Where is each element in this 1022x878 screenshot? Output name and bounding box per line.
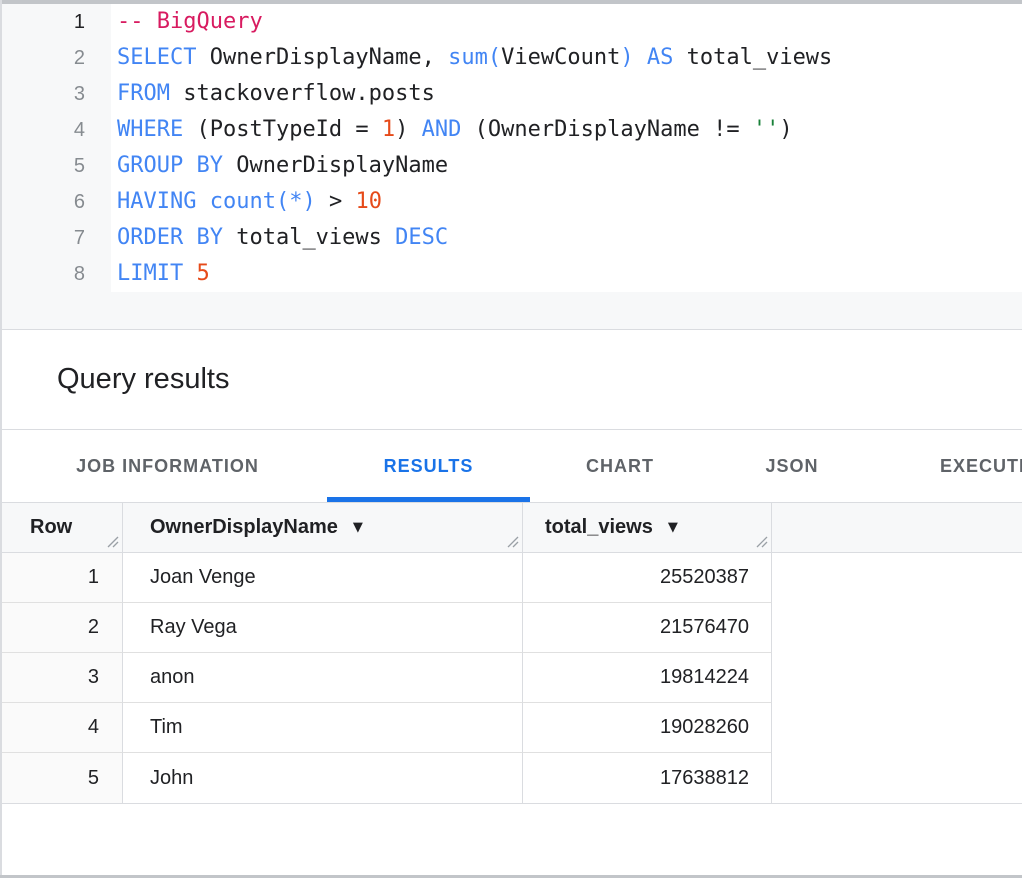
- results-tab-bar: JOB INFORMATION RESULTS CHART JSON EXECU…: [0, 430, 1022, 502]
- header-filler: [772, 503, 1022, 553]
- left-divider: [0, 0, 2, 878]
- table-header-row: Row OwnerDisplayName ▼ total_views ▼: [0, 503, 1022, 553]
- row-number-cell: 5: [0, 753, 123, 803]
- column-label: Row: [30, 516, 72, 539]
- views-cell: 19028260: [523, 703, 772, 753]
- code-text: GROUP BY OwnerDisplayName: [111, 148, 448, 184]
- code-text: LIMIT 5: [111, 256, 210, 292]
- column-label: OwnerDisplayName: [150, 516, 338, 539]
- code-line: 8 LIMIT 5: [0, 256, 1022, 292]
- tab-chart[interactable]: CHART: [545, 430, 695, 502]
- sort-dropdown-icon[interactable]: ▼: [668, 520, 678, 535]
- owner-cell: anon: [123, 653, 523, 703]
- column-header-row[interactable]: Row: [0, 503, 123, 553]
- code-text: SELECT OwnerDisplayName, sum(ViewCount) …: [111, 40, 832, 76]
- column-resize-handle-icon[interactable]: [754, 534, 768, 548]
- row-filler: [772, 603, 1022, 653]
- line-number: 1: [0, 4, 111, 40]
- line-number: 7: [0, 220, 111, 256]
- code-text: ORDER BY total_views DESC: [111, 220, 448, 256]
- row-filler: [772, 753, 1022, 803]
- owner-cell: John: [123, 753, 523, 803]
- owner-cell: Joan Venge: [123, 553, 523, 603]
- line-number: 8: [0, 256, 111, 292]
- query-results-header: Query results: [0, 330, 1022, 430]
- code-text: WHERE (PostTypeId = 1) AND (OwnerDisplay…: [111, 112, 793, 148]
- tab-job-information[interactable]: JOB INFORMATION: [30, 430, 305, 502]
- code-text: -- BigQuery: [111, 4, 263, 40]
- row-number-cell: 1: [0, 553, 123, 603]
- row-number-cell: 2: [0, 603, 123, 653]
- views-cell: 25520387: [523, 553, 772, 603]
- code-line: 5 GROUP BY OwnerDisplayName: [0, 148, 1022, 184]
- owner-cell: Tim: [123, 703, 523, 753]
- column-resize-handle-icon[interactable]: [505, 534, 519, 548]
- tab-json[interactable]: JSON: [717, 430, 867, 502]
- code-text: FROM stackoverflow.posts: [111, 76, 435, 112]
- results-table: Row OwnerDisplayName ▼ total_views ▼ 1 J…: [0, 502, 1022, 804]
- table-row: 3 anon 19814224: [0, 653, 1022, 703]
- owner-cell: Ray Vega: [123, 603, 523, 653]
- row-filler: [772, 653, 1022, 703]
- table-row: 5 John 17638812: [0, 753, 1022, 803]
- line-number: 3: [0, 76, 111, 112]
- sort-dropdown-icon[interactable]: ▼: [353, 520, 363, 535]
- page-title: Query results: [57, 363, 229, 396]
- line-number: 6: [0, 184, 111, 220]
- line-number: 4: [0, 112, 111, 148]
- code-line: 4 WHERE (PostTypeId = 1) AND (OwnerDispl…: [0, 112, 1022, 148]
- row-number-cell: 4: [0, 703, 123, 753]
- code-line: 7 ORDER BY total_views DESC: [0, 220, 1022, 256]
- row-number-cell: 3: [0, 653, 123, 703]
- editor-footer-strip: [0, 292, 1022, 330]
- code-line: 1 -- BigQuery: [0, 4, 1022, 40]
- code-line: 3 FROM stackoverflow.posts: [0, 76, 1022, 112]
- row-filler: [772, 553, 1022, 603]
- code-line: 6 HAVING count(*) > 10: [0, 184, 1022, 220]
- views-cell: 19814224: [523, 653, 772, 703]
- line-number: 2: [0, 40, 111, 76]
- sql-editor[interactable]: 1 -- BigQuery 2 SELECT OwnerDisplayName,…: [0, 4, 1022, 292]
- column-header-total-views[interactable]: total_views ▼: [523, 503, 772, 553]
- table-row: 1 Joan Venge 25520387: [0, 553, 1022, 603]
- column-resize-handle-icon[interactable]: [105, 534, 119, 548]
- line-number: 5: [0, 148, 111, 184]
- code-line: 2 SELECT OwnerDisplayName, sum(ViewCount…: [0, 40, 1022, 76]
- code-text: HAVING count(*) > 10: [111, 184, 382, 220]
- row-filler: [772, 703, 1022, 753]
- views-cell: 21576470: [523, 603, 772, 653]
- table-row: 4 Tim 19028260: [0, 703, 1022, 753]
- column-label: total_views: [545, 516, 653, 539]
- views-cell: 17638812: [523, 753, 772, 803]
- tab-results[interactable]: RESULTS: [327, 430, 530, 502]
- table-row: 2 Ray Vega 21576470: [0, 603, 1022, 653]
- column-header-owner-display-name[interactable]: OwnerDisplayName ▼: [123, 503, 523, 553]
- tab-execution-details[interactable]: EXECUTI: [940, 430, 1022, 502]
